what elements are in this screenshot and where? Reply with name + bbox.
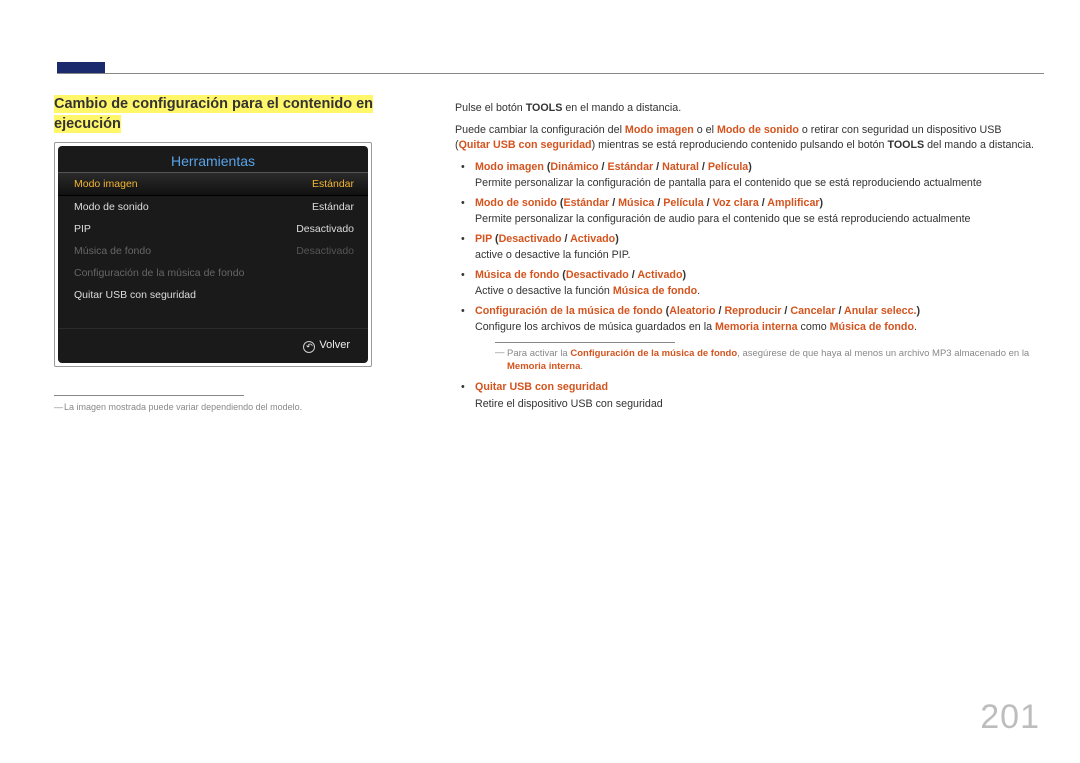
tv-row-config-musica: Configuración de la música de fondo: [58, 262, 368, 284]
intro-line-1: Pulse el botón TOOLS en el mando a dista…: [455, 101, 1035, 117]
tv-footer-label: Volver: [319, 339, 350, 351]
tv-screenshot-frame: Herramientas Modo imagen Estándar Modo d…: [54, 142, 372, 367]
tv-footer: ↶ Volver: [58, 328, 368, 363]
return-icon: ↶: [303, 341, 315, 353]
tv-row-quitar-usb: Quitar USB con seguridad: [58, 284, 368, 306]
left-column: Cambio de configuración para el contenid…: [54, 95, 388, 412]
intro-line-2: Puede cambiar la configuración del Modo …: [455, 123, 1035, 154]
bullet-config-musica: Configuración de la música de fondo (Ale…: [455, 304, 1035, 375]
note-rule: [495, 342, 675, 343]
tv-row-modo-sonido: Modo de sonido Estándar: [58, 196, 368, 218]
tv-row-value: Desactivado: [296, 223, 354, 235]
tv-row-value: Estándar: [312, 201, 354, 213]
bullet-modo-sonido: Modo de sonido (Estándar / Música / Pelí…: [455, 196, 1035, 228]
note-mp3: Para activar la Configuración de la músi…: [475, 347, 1035, 375]
tv-row-label: PIP: [74, 223, 91, 235]
tv-row-label: Configuración de la música de fondo: [74, 267, 244, 279]
section-heading-line2: ejecución: [54, 115, 121, 133]
bullet-pip: PIP (Desactivado / Activado) active o de…: [455, 232, 1035, 264]
tv-row-pip: PIP Desactivado: [58, 218, 368, 240]
bullet-musica-fondo: Música de fondo (Desactivado / Activado)…: [455, 268, 1035, 300]
footnote: ―La imagen mostrada puede variar dependi…: [54, 402, 388, 412]
page-number: 201: [980, 698, 1040, 737]
tv-row-musica-fondo: Música de fondo Desactivado: [58, 240, 368, 262]
footnote-text: La imagen mostrada puede variar dependie…: [64, 402, 302, 412]
tv-panel: Herramientas Modo imagen Estándar Modo d…: [58, 146, 368, 363]
tv-row-modo-imagen: Modo imagen Estándar: [58, 172, 368, 196]
bullet-quitar-usb: Quitar USB con seguridad Retire el dispo…: [455, 380, 1035, 412]
tv-row-label: Modo de sonido: [74, 201, 149, 213]
header-rule: [57, 73, 1044, 74]
tv-row-value: Desactivado: [296, 245, 354, 257]
tv-row-label: Música de fondo: [74, 245, 151, 257]
tv-row-label: Modo imagen: [74, 178, 138, 190]
section-heading-line1: Cambio de configuración para el contenid…: [54, 95, 373, 113]
bullet-modo-imagen: Modo imagen (Dinámico / Estándar / Natur…: [455, 160, 1035, 192]
section-heading: Cambio de configuración para el contenid…: [54, 95, 388, 134]
feature-list: Modo imagen (Dinámico / Estándar / Natur…: [455, 160, 1035, 413]
tv-row-label: Quitar USB con seguridad: [74, 289, 196, 301]
footnote-rule: [54, 395, 244, 396]
right-column: Pulse el botón TOOLS en el mando a dista…: [455, 101, 1035, 416]
tv-panel-title: Herramientas: [58, 146, 368, 172]
tv-row-value: Estándar: [312, 178, 354, 190]
